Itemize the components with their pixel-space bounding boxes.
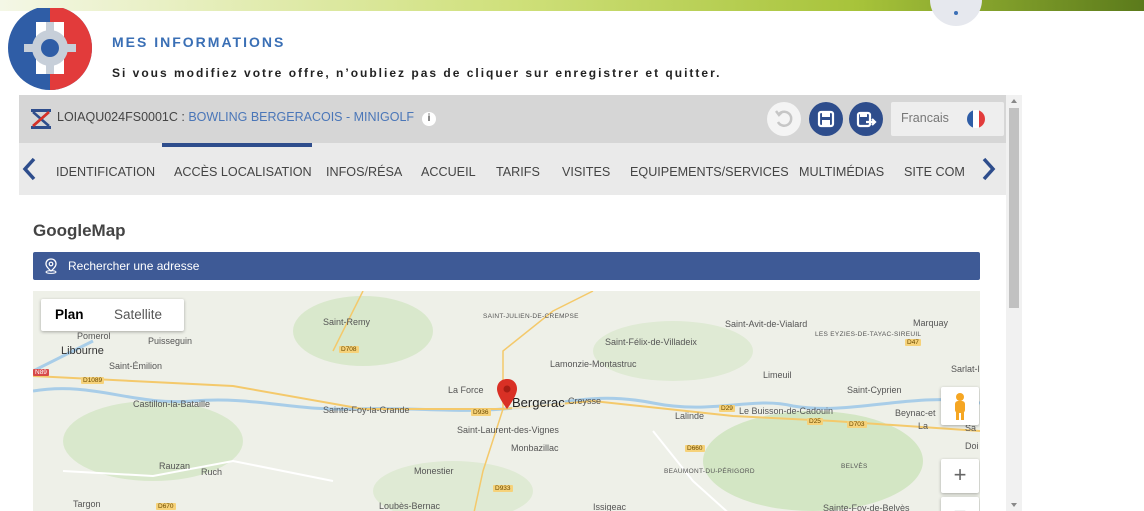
map-label: Sarlat-l — [951, 364, 980, 374]
road-label: N89 — [33, 369, 49, 376]
road-label: D708 — [339, 346, 359, 353]
pegman-icon — [955, 393, 965, 420]
map-label: Loubès-Bernac — [379, 501, 441, 511]
page-subtitle: Si vous modifiez votre offre, n’oubliez … — [112, 66, 722, 80]
tab-site-comm[interactable]: SITE COMM — [904, 165, 964, 179]
map-label: Monbazillac — [511, 443, 559, 453]
save-button[interactable] — [809, 102, 843, 136]
save-and-exit-button[interactable] — [849, 102, 883, 136]
map-marker-icon[interactable] — [497, 379, 517, 409]
app-logo-icon — [8, 8, 92, 90]
map-label: Targon — [73, 499, 101, 509]
map-label: Saint-Émilion — [109, 361, 163, 371]
map-label: SAINT-JULIEN-DE-CREMPSE — [483, 313, 579, 320]
vertical-scrollbar[interactable] — [1006, 95, 1022, 511]
map-label: Beynac-et — [895, 408, 936, 418]
hourglass-icon — [31, 109, 51, 129]
french-flag-icon — [967, 110, 985, 128]
save-icon — [817, 110, 835, 128]
map-label: Sainte-Foy-la-Grande — [323, 405, 410, 415]
map-label: Issigeac — [593, 502, 627, 511]
info-icon[interactable]: i — [422, 112, 437, 126]
map-label: Doi — [965, 441, 979, 451]
language-selector[interactable]: Francais — [891, 102, 1004, 136]
tab-bar: IDENTIFICATION ACCÈS LOCALISATION INFOS/… — [19, 143, 1006, 195]
active-tab-indicator — [162, 143, 312, 147]
map-label: La — [918, 421, 929, 431]
map-label: Saint-Félix-de-Villadeix — [605, 337, 697, 347]
map-label: Creysse — [568, 396, 602, 406]
scrollbar-thumb[interactable] — [1009, 108, 1019, 308]
tab-accueil[interactable]: ACCUEIL — [421, 165, 476, 179]
map-label: Puisseguin — [148, 336, 193, 346]
map-label: Le Buisson-de-Cadouin — [739, 406, 834, 416]
road-label: D933 — [493, 485, 513, 492]
tab-identification[interactable]: IDENTIFICATION — [56, 165, 155, 179]
tab-tarifs[interactable]: TARIFS — [496, 165, 540, 179]
map-label-bergerac: Bergerac — [512, 395, 565, 410]
map-label: Libourne — [61, 345, 104, 357]
road-label: D703 — [847, 421, 867, 428]
page-title: MES INFORMATIONS — [112, 34, 286, 50]
undo-icon — [775, 110, 793, 127]
tab-visites[interactable]: VISITES — [562, 165, 610, 179]
tab-acces-localisation[interactable]: ACCÈS LOCALISATION — [174, 165, 312, 179]
tab-multimedias[interactable]: MULTIMÉDIAS — [799, 165, 884, 179]
map-label: Ruch — [201, 467, 223, 477]
map-label: Sainte-Foy-de-Belvès — [823, 503, 910, 511]
map-label: Rauzan — [159, 461, 191, 471]
street-view-pegman[interactable] — [941, 387, 979, 425]
search-address-label: Rechercher une adresse — [68, 259, 200, 273]
record-identifier: LOIAQU024FS0001C : BOWLING BERGERACOIS -… — [57, 110, 437, 126]
map-label: Pomerol — [77, 331, 111, 341]
map-label: Saint-Laurent-des-Vignes — [457, 425, 559, 435]
map-type-plan[interactable]: Plan — [55, 307, 84, 322]
address-search-bar[interactable]: Rechercher une adresse — [33, 252, 980, 280]
road-label: D47 — [905, 339, 921, 346]
tab-infos-resa[interactable]: INFOS/RÉSA — [326, 165, 402, 179]
map-type-control: Plan Satellite — [41, 299, 184, 331]
road-label: D25 — [807, 418, 823, 425]
map-type-satellite[interactable]: Satellite — [114, 307, 162, 322]
map-label: LES EYZIES-DE-TAYAC-SIREUIL — [815, 331, 922, 338]
map-label: La Force — [448, 385, 484, 395]
record-code: LOIAQU024FS0001C : — [57, 110, 189, 124]
road-label: D1089 — [81, 377, 105, 384]
map-label: Lamonzie-Montastruc — [550, 359, 637, 369]
map-label: BELVÈS — [841, 463, 868, 470]
road-label: D29 — [719, 405, 735, 412]
section-title: GoogleMap — [33, 221, 126, 240]
chevron-left-icon[interactable] — [19, 155, 41, 183]
record-bar: LOIAQU024FS0001C : BOWLING BERGERACOIS -… — [19, 95, 1006, 143]
zoom-in-button[interactable]: + — [941, 459, 979, 493]
map-label: Saint-Remy — [323, 317, 371, 327]
scroll-down-arrow-icon[interactable] — [1011, 503, 1017, 507]
save-exit-icon — [856, 111, 877, 128]
language-label: Francais — [901, 111, 949, 125]
undo-button[interactable] — [767, 102, 801, 136]
content-frame: LOIAQU024FS0001C : BOWLING BERGERACOIS -… — [19, 95, 1006, 511]
map-label: Saint-Cyprien — [847, 385, 902, 395]
map-label: Monestier — [414, 466, 454, 476]
zoom-out-button[interactable]: − — [941, 497, 979, 511]
map-label: Limeuil — [763, 370, 792, 380]
map-label: Marquay — [913, 318, 949, 328]
road-label: D670 — [156, 503, 176, 510]
road-label: D660 — [685, 445, 705, 452]
map-label: Lalinde — [675, 411, 705, 421]
map-label: BEAUMONT-DU-PÉRIGORD — [664, 468, 755, 475]
menu-dot-button[interactable] — [930, 0, 982, 26]
scroll-up-arrow-icon[interactable] — [1011, 99, 1017, 103]
road-label: D936 — [471, 409, 491, 416]
tab-equipements-services[interactable]: EQUIPEMENTS/SERVICES — [630, 165, 789, 179]
chevron-right-icon[interactable] — [977, 155, 999, 183]
location-pin-icon — [45, 258, 57, 274]
google-map[interactable]: Plan Satellite Saint-Remy SAINT-JULIEN-D… — [33, 291, 980, 511]
map-label: Saint-Avit-de-Vialard — [725, 319, 808, 329]
map-label: Castillon-la-Bataille — [133, 399, 211, 409]
record-name: BOWLING BERGERACOIS - MINIGOLF — [188, 110, 415, 124]
